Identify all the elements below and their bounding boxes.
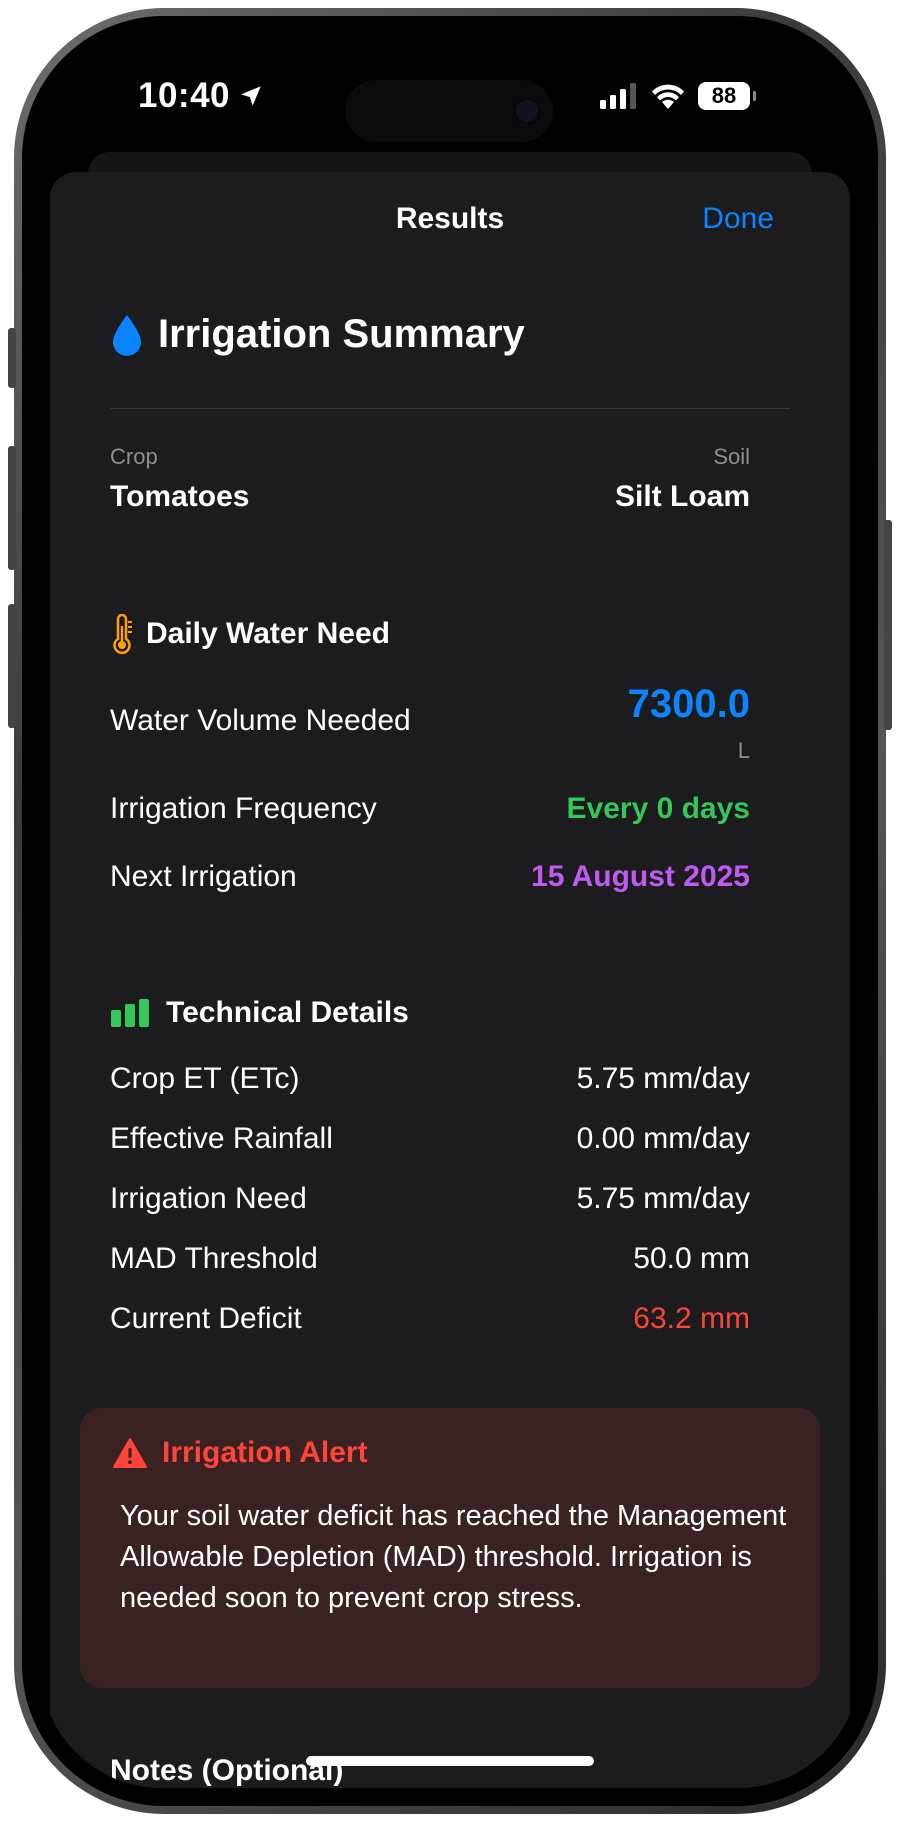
technical-header: Technical Details — [110, 996, 409, 1030]
location-arrow-icon — [241, 86, 261, 106]
tech-row-value: 50.0 mm — [633, 1242, 750, 1275]
tech-row-label: Effective Rainfall — [110, 1122, 333, 1155]
tech-row-value: 5.75 mm/day — [576, 1062, 750, 1095]
tech-row-value: 0.00 mm/day — [576, 1122, 750, 1155]
soil-value: Silt Loam — [614, 480, 750, 513]
alert-title: Irrigation Alert — [162, 1436, 368, 1469]
frequency-label: Irrigation Frequency — [110, 792, 377, 825]
water-drop-icon — [113, 314, 141, 356]
status-time: 10:40 — [138, 76, 264, 116]
tech-row-value: 5.75 mm/day — [576, 1182, 750, 1215]
summary-divider — [110, 408, 790, 409]
home-indicator[interactable] — [306, 1756, 594, 1766]
bar-chart-icon — [111, 999, 149, 1027]
tech-row-label: Crop ET (ETc) — [110, 1062, 300, 1095]
side-button-action — [8, 328, 16, 388]
next-irrigation-label: Next Irrigation — [110, 860, 297, 893]
status-indicators: 88 — [598, 82, 756, 110]
irrigation-alert-card: Irrigation Alert Your soil water deficit… — [80, 1408, 820, 1688]
thermometer-icon — [113, 614, 132, 654]
summary-header: Irrigation Summary — [110, 312, 525, 357]
summary-title: Irrigation Summary — [158, 312, 525, 356]
volume-label: Water Volume Needed — [110, 704, 411, 737]
cellular-signal-icon — [600, 83, 636, 109]
volume-unit: L — [737, 738, 750, 763]
side-button-volume-up — [8, 446, 16, 570]
crop-label: Crop — [110, 444, 158, 469]
battery-icon: 88 — [698, 82, 756, 110]
front-camera — [516, 100, 538, 122]
volume-value: 7300.0 — [627, 682, 750, 726]
alert-message: Your soil water deficit has reached the … — [120, 1500, 787, 1614]
done-button[interactable]: Done — [702, 202, 774, 236]
side-button-power — [884, 520, 892, 730]
tech-row-value: 63.2 mm — [633, 1302, 750, 1335]
status-time-text: 10:40 — [138, 76, 231, 115]
side-button-volume-down — [8, 604, 16, 728]
tech-row-label: Current Deficit — [110, 1302, 302, 1335]
warning-triangle-icon — [113, 1438, 147, 1468]
daily-water-title: Daily Water Need — [146, 617, 390, 650]
frequency-value: Every 0 days — [566, 792, 750, 825]
alert-header: Irrigation Alert — [112, 1436, 368, 1470]
tech-row-label: MAD Threshold — [110, 1242, 318, 1275]
soil-label: Soil — [713, 444, 750, 469]
crop-value: Tomatoes — [110, 480, 250, 513]
daily-water-header: Daily Water Need — [110, 614, 390, 654]
tech-row-label: Irrigation Need — [110, 1182, 307, 1215]
battery-level: 88 — [711, 83, 737, 108]
next-irrigation-value: 15 August 2025 — [531, 860, 750, 893]
screen: 10:40 88 Results Done Irrigation Summary… — [40, 34, 860, 1788]
technical-title: Technical Details — [166, 996, 409, 1029]
wifi-icon — [652, 84, 684, 109]
